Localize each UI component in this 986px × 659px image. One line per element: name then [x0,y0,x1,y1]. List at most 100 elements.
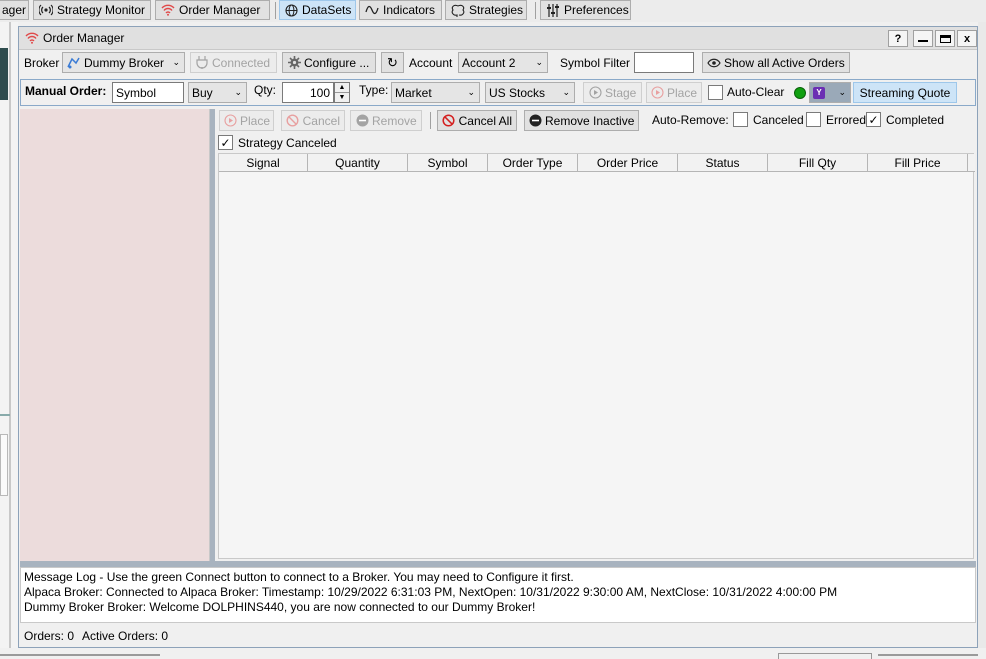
window-titlebar[interactable]: Order Manager ? x [19,27,977,50]
account-select[interactable]: Account 2 ⌄ [458,52,548,73]
side-value: Buy [192,85,213,100]
column-header-order-price[interactable]: Order Price [578,154,678,172]
sliders-icon [546,3,560,17]
remove-inactive-button[interactable]: Remove Inactive [524,110,639,131]
help-button[interactable]: ? [888,30,908,47]
order-type-select[interactable]: Market ⌄ [391,82,480,103]
cancel-button[interactable]: Cancel [281,110,345,131]
connected-button[interactable]: Connected [190,52,277,73]
canceled-checkbox[interactable] [733,112,748,127]
cancel-label: Cancel [302,113,340,128]
toolbar-separator [535,2,536,19]
streaming-quote-label: Streaming Quote [859,85,951,100]
toolbar-separator [430,112,431,129]
column-header-fill-qty[interactable]: Fill Qty [768,154,868,172]
column-header-status[interactable]: Status [678,154,768,172]
auto-remove-label: Auto-Remove: [652,113,729,127]
chevron-down-icon: ⌄ [467,87,475,97]
configure-label: Configure ... [304,55,370,70]
cancel-icon [442,114,456,128]
toolbar-item-label: Strategy Monitor [57,3,146,17]
broker-icon [66,56,80,69]
orders-count: Orders: 0 [24,629,75,643]
toolbar-item-manager[interactable]: ager [0,0,29,20]
quote-provider-select[interactable]: Y ⌄ [809,82,851,103]
completed-checkbox[interactable]: ✓ [866,112,881,127]
column-header-fill-price[interactable]: Fill Price [868,154,968,172]
background-panel [0,48,8,100]
help-label: ? [894,32,902,45]
minimize-button[interactable] [913,30,933,47]
place-button[interactable]: Place [219,110,274,131]
type-label: Type: [359,83,389,97]
broker-select[interactable]: Dummy Broker ⌄ [62,52,185,73]
column-header-signal[interactable]: Signal [219,154,308,172]
connection-status-dot [794,87,806,99]
strategy-canceled-checkbox[interactable]: ✓ [218,135,233,150]
manual-place-button[interactable]: Place [646,82,702,103]
show-all-active-orders-button[interactable]: Show all Active Orders [702,52,850,73]
qty-stepper[interactable]: ▲ ▼ [334,82,350,103]
show-all-label: Show all Active Orders [724,55,845,70]
play-circle-icon [588,86,602,100]
maximize-button[interactable] [935,30,955,47]
toolbar-separator [275,2,276,19]
toolbar-item-datasets[interactable]: DataSets [279,0,356,20]
column-header-order-type[interactable]: Order Type [488,154,578,172]
grid-header: Signal Quantity Symbol Order Type Order … [219,154,975,172]
toolbar-item-strategy-monitor[interactable]: Strategy Monitor [33,0,151,20]
chevron-down-icon: ⌄ [838,87,846,97]
play-circle-icon [651,86,664,100]
cancel-all-button[interactable]: Cancel All [437,110,517,131]
toolbar-item-order-manager[interactable]: Order Manager [155,0,270,20]
stage-button[interactable]: Stage [583,82,642,103]
symbol-filter-input[interactable] [634,52,694,73]
chevron-up-icon[interactable]: ▲ [335,83,349,93]
close-icon: x [963,32,971,45]
refresh-icon: ↻ [387,55,398,70]
errored-label: Errored [826,113,867,127]
refresh-button[interactable]: ↻ [381,52,404,73]
column-header-quantity[interactable]: Quantity [308,154,408,172]
toolbar-item-label: Indicators [383,3,436,17]
qty-input[interactable]: 100 [282,82,334,103]
remove-icon [529,114,542,128]
order-type-value: Market [395,85,432,100]
auto-clear-checkbox[interactable] [708,85,723,100]
toolbar-item-label: Preferences [564,3,629,17]
errored-checkbox[interactable] [806,112,821,127]
toolbar-item-strategies[interactable]: Strategies [445,0,527,20]
remove-button[interactable]: Remove [350,110,422,131]
background-app-right [978,22,986,659]
side-select[interactable]: Buy ⌄ [188,82,247,103]
background-field [778,653,872,659]
active-orders-count: Active Orders: 0 [82,629,169,643]
chevron-down-icon[interactable]: ▼ [335,93,349,102]
market-select[interactable]: US Stocks ⌄ [485,82,575,103]
check-icon: ✓ [220,135,231,150]
log-line: Message Log - Use the green Connect butt… [24,570,574,584]
background-divider [0,414,10,416]
toolbar-item-preferences[interactable]: Preferences [540,0,631,20]
streaming-quote-button[interactable]: Streaming Quote [853,82,957,103]
globe-icon [285,3,298,17]
wave-icon [365,3,379,17]
toolbar-item-label: Order Manager [179,3,261,17]
orders-grid[interactable]: Signal Quantity Symbol Order Type Order … [218,153,975,559]
column-header-symbol[interactable]: Symbol [408,154,488,172]
manual-symbol-input[interactable]: Symbol [112,82,184,103]
toolbar-item-label: Strategies [469,3,524,17]
chevron-down-icon: ⌄ [234,87,242,97]
manual-place-label: Place [667,85,698,100]
connected-label: Connected [212,55,271,70]
auto-clear-label: Auto-Clear [727,85,785,99]
play-circle-icon [224,114,237,128]
close-button[interactable]: x [957,30,977,47]
toolbar-item-indicators[interactable]: Indicators [359,0,442,20]
configure-button[interactable]: Configure ... [282,52,376,73]
yahoo-icon: Y [813,86,825,99]
background-text [878,654,978,656]
plug-icon [195,56,209,70]
chevron-down-icon: ⌄ [562,87,570,97]
message-log: Message Log - Use the green Connect butt… [20,567,976,623]
